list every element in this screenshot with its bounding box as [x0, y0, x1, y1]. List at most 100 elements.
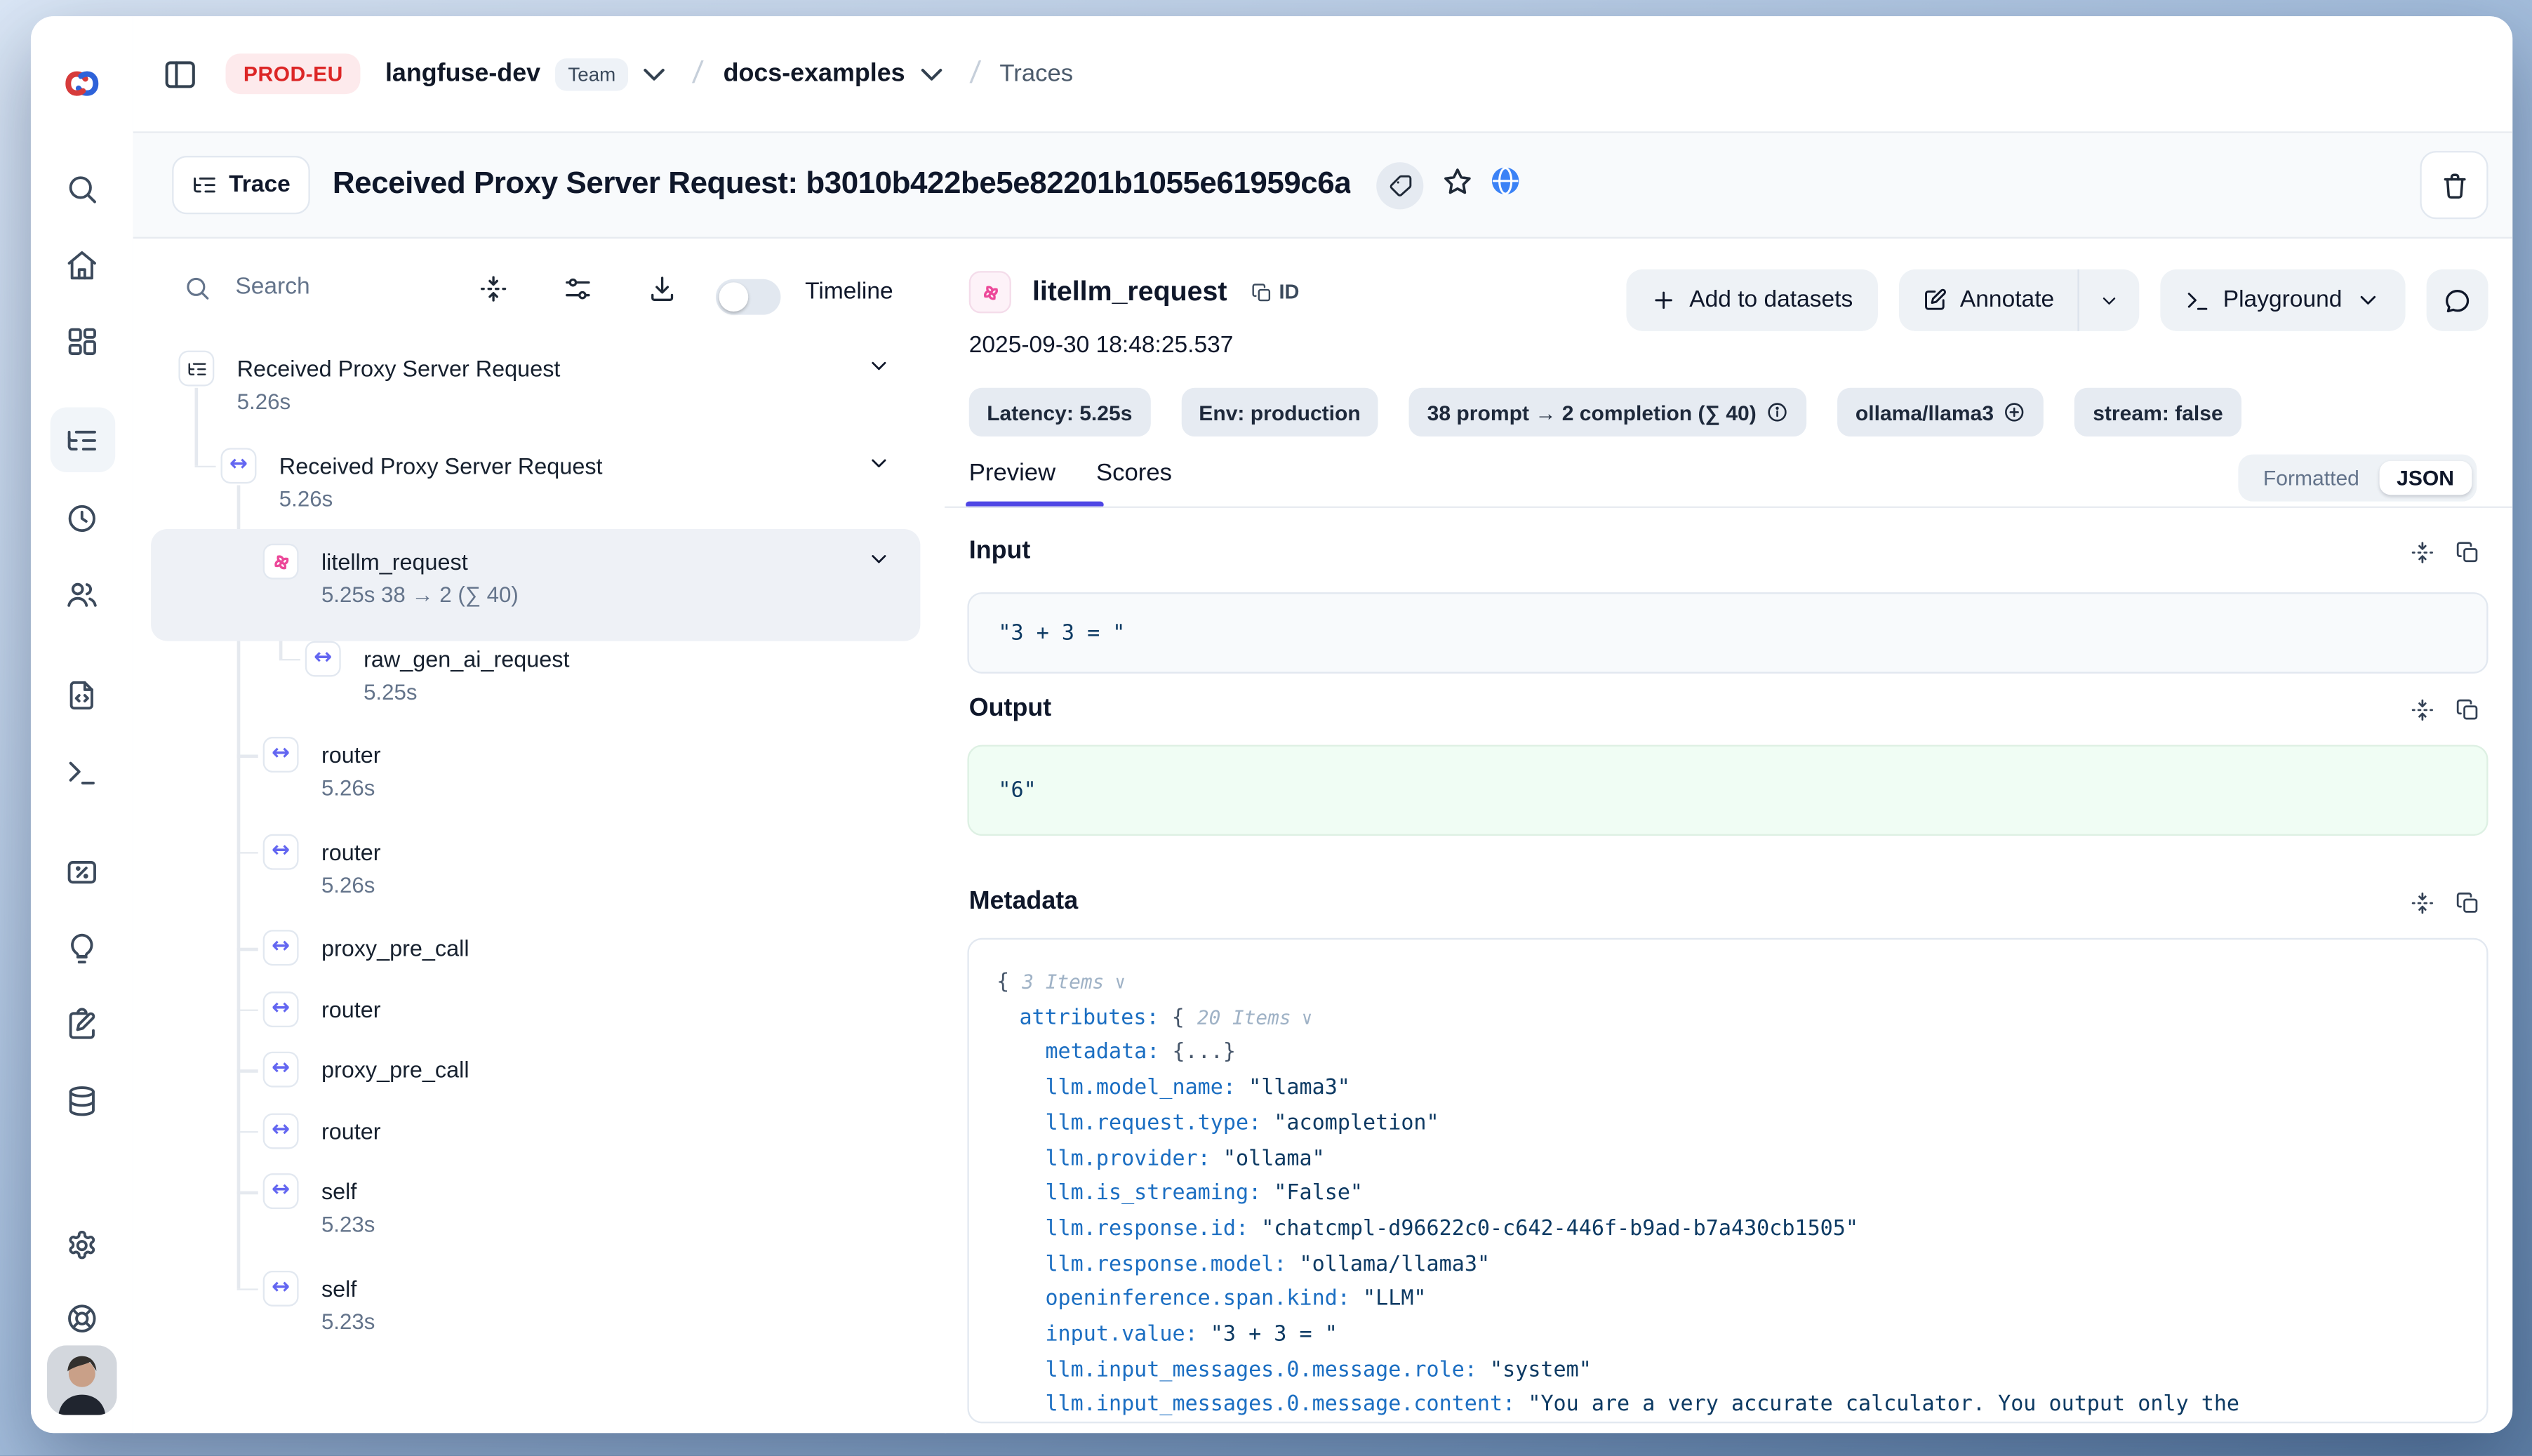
playground-button[interactable]: Playground: [2160, 269, 2406, 331]
environment-badge[interactable]: PROD-EU: [225, 53, 361, 94]
rail-dashboards[interactable]: [65, 325, 101, 361]
action-buttons: Add to datasets Annotate Playground: [1626, 269, 2488, 331]
tree-connector: [237, 1069, 258, 1071]
share-public-button[interactable]: [1489, 164, 1524, 206]
output-content: "6": [967, 745, 2488, 836]
tab-scores[interactable]: Scores: [1096, 460, 1172, 510]
formatted-option[interactable]: Formatted: [2244, 466, 2379, 490]
tree-row-label: self: [321, 1177, 357, 1206]
clock-icon: [65, 502, 100, 536]
dashboard-grid-icon: [65, 325, 100, 359]
tree-row-label: proxy_pre_call: [321, 1055, 469, 1084]
copy-icon[interactable]: [2456, 540, 2480, 565]
span-icon: ↔: [263, 1270, 299, 1306]
breadcrumb-separator: /: [968, 56, 981, 92]
rail-settings[interactable]: [65, 1229, 101, 1264]
observation-detail-panel: litellm_request ID Add to datasets Annot…: [945, 239, 2512, 1433]
collapse-section-icon[interactable]: [2411, 540, 2435, 565]
rail-support[interactable]: [65, 1302, 101, 1337]
rail-sessions[interactable]: [65, 502, 101, 537]
annotate-button[interactable]: Annotate: [1898, 269, 2077, 331]
star-icon: [1442, 165, 1474, 197]
span-icon: ↔: [263, 1112, 299, 1148]
copy-id-button[interactable]: ID: [1251, 281, 1299, 303]
tree-row-label: self: [321, 1273, 357, 1302]
chevron-down-icon[interactable]: [867, 547, 891, 571]
breadcrumb-separator: /: [691, 56, 705, 92]
tree-row-label: router: [321, 836, 381, 866]
id-label: ID: [1279, 281, 1300, 303]
bookmark-button[interactable]: [1442, 165, 1474, 206]
trace-tree-icon: [192, 172, 218, 198]
rail-annotations[interactable]: [65, 1008, 101, 1043]
add-to-datasets-button[interactable]: Add to datasets: [1626, 269, 1877, 331]
span-icon: ↔: [263, 930, 299, 966]
input-section-icons: [2411, 540, 2480, 565]
tree-row-label: litellm_request: [321, 547, 468, 576]
json-line: llm.response.id: "chatcmpl-d96622c0-c642…: [997, 1212, 2459, 1247]
collapse-section-icon[interactable]: [2411, 698, 2435, 723]
sidebar-toggle-icon[interactable]: [162, 56, 198, 92]
observation-badges: Latency: 5.25s Env: production 38 prompt…: [969, 388, 2241, 436]
tabs-divider: [945, 507, 2512, 508]
span-icon: ↔: [263, 991, 299, 1027]
json-line: llm.input_messages.0.message.role: "syst…: [997, 1353, 2459, 1388]
copy-icon[interactable]: [2456, 891, 2480, 916]
file-code-icon: [65, 679, 100, 713]
pen-square-icon: [1921, 287, 1947, 313]
org-chevron-down-icon[interactable]: [637, 56, 672, 92]
rail-playground[interactable]: [65, 754, 101, 790]
rail-home[interactable]: [65, 248, 101, 284]
json-line: llm.request.type: "acompletion": [997, 1107, 2459, 1142]
observation-title: litellm_request: [1032, 276, 1227, 308]
delete-trace-button[interactable]: [2420, 151, 2488, 219]
rail-insights[interactable]: [65, 932, 101, 968]
input-section-title: Input: [969, 537, 1031, 567]
observation-header: litellm_request ID: [969, 271, 1300, 313]
gear-icon: [65, 1229, 100, 1263]
tree-row-duration: 5.26s: [237, 389, 291, 414]
comments-button[interactable]: [2427, 269, 2488, 331]
rail-evaluations[interactable]: [65, 855, 101, 891]
token-usage-badge[interactable]: 38 prompt → 2 completion (∑ 40): [1409, 388, 1806, 436]
org-logo-knot-icon[interactable]: [62, 63, 102, 104]
users-icon: [65, 577, 100, 612]
rail-datasets[interactable]: [65, 1084, 101, 1120]
rail-search[interactable]: [65, 172, 101, 208]
search-icon: [65, 172, 100, 206]
json-option[interactable]: JSON: [2379, 461, 2472, 495]
tree-row-label: router: [321, 994, 381, 1024]
chevron-down-icon[interactable]: [867, 450, 891, 475]
chevron-down-icon[interactable]: [867, 354, 891, 378]
annotate-dropdown-button[interactable]: [2077, 269, 2139, 331]
copy-icon[interactable]: [2456, 698, 2480, 723]
tree-row-label: router: [321, 1116, 381, 1145]
input-content: "3 + 3 = ": [967, 592, 2488, 674]
project-name[interactable]: docs-examples: [724, 59, 905, 88]
metadata-json-viewer[interactable]: { 3 Items ∨attributes: { 20 Items ∨metad…: [967, 938, 2488, 1424]
rail-users[interactable]: [65, 577, 101, 613]
collapse-section-icon[interactable]: [2411, 891, 2435, 916]
trace-type-label: Trace: [229, 172, 291, 198]
json-line: openinference.span.kind: "LLM": [997, 1283, 2459, 1318]
trace-type-badge: Trace: [172, 156, 309, 214]
tree-row-label: Received Proxy Server Request: [237, 354, 561, 383]
plus-icon: [1651, 287, 1677, 313]
org-name[interactable]: langfuse-dev: [385, 59, 540, 88]
tree-row-duration: 5.26s: [321, 776, 375, 801]
observation-timestamp: 2025-09-30 18:48:25.537: [969, 333, 1234, 359]
json-line: { 3 Items ∨: [997, 966, 2459, 1001]
rail-prompts[interactable]: [65, 679, 101, 714]
rail-traces[interactable]: [65, 424, 101, 460]
percent-card-icon: [65, 855, 100, 890]
tree-connector: [237, 1191, 258, 1194]
project-chevron-down-icon[interactable]: [913, 56, 949, 92]
app-window: PROD-EU langfuse-dev Team / docs-example…: [31, 16, 2512, 1433]
json-line: llm.response.model: "ollama/llama3": [997, 1248, 2459, 1283]
user-avatar[interactable]: [47, 1345, 116, 1415]
tree-rows: Received Proxy Server Request5.26s↔Recei…: [133, 239, 945, 1433]
tree-row-duration: 5.25s 38 → 2 (∑ 40): [321, 582, 519, 607]
tag-button[interactable]: [1377, 161, 1424, 208]
breadcrumb-section[interactable]: Traces: [999, 60, 1073, 88]
model-badge[interactable]: ollama/llama3: [1837, 388, 2044, 436]
